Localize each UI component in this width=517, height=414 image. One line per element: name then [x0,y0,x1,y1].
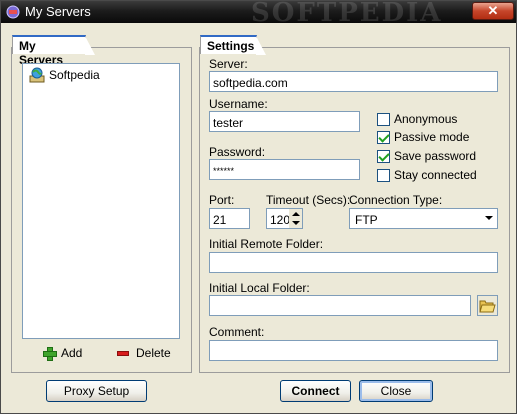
anonymous-label: Anonymous [394,112,458,126]
window-close-button[interactable]: ✕ [472,2,514,20]
minus-icon [117,350,129,356]
stay-connected-checkbox[interactable]: Stay connected [377,168,477,182]
username-label: Username: [209,97,268,111]
add-label: Add [61,346,83,360]
add-server-button[interactable]: Add [43,346,83,361]
close-button[interactable]: Close [359,380,433,402]
local-folder-field[interactable] [209,295,471,316]
save-password-label: Save password [394,149,477,163]
stay-connected-label: Stay connected [394,168,477,182]
save-password-checkbox[interactable]: Save password [377,149,476,163]
username-field[interactable]: tester [209,111,360,132]
connection-type-label: Connection Type: [349,193,443,207]
spin-down-icon[interactable] [289,219,302,229]
anonymous-check-box [377,112,390,126]
password-field[interactable]: ****** [209,159,360,180]
tab-settings[interactable]: Settings [200,35,266,55]
remote-folder-label: Initial Remote Folder: [209,237,324,251]
spin-up-icon[interactable] [289,209,302,219]
title-bar[interactable]: My Servers SOFTPEDIA ✕ [1,0,516,28]
server-label: Server: [209,57,248,71]
remote-folder-field[interactable] [209,252,498,273]
browse-folder-button[interactable] [477,295,498,316]
plus-icon [43,347,57,361]
close-icon: ✕ [487,3,499,18]
app-icon [6,5,20,19]
passive-mode-check-box [377,130,390,144]
port-label: Port: [209,193,235,207]
my-servers-window: My Servers SOFTPEDIA ✕ My Servers Softpe… [0,0,517,414]
tab-my-servers[interactable]: My Servers [12,35,95,67]
proxy-setup-button[interactable]: Proxy Setup [46,380,147,402]
passive-mode-label: Passive mode [394,130,470,144]
anonymous-checkbox[interactable]: Anonymous [377,112,457,126]
save-password-check-box [377,149,390,163]
server-globe-icon [29,67,45,83]
port-field[interactable]: 21 [209,208,250,229]
chevron-down-icon[interactable] [485,216,493,220]
server-item-label: Softpedia [49,68,100,82]
delete-server-button[interactable]: Delete [117,346,171,360]
delete-label: Delete [136,346,171,360]
connection-type-select[interactable]: FTP [349,208,498,229]
stay-connected-check-box [377,168,390,182]
local-folder-label: Initial Local Folder: [209,281,310,295]
server-list-item[interactable]: Softpedia [29,67,100,83]
passive-mode-checkbox[interactable]: Passive mode [377,130,469,144]
comment-field[interactable] [209,340,498,361]
timeout-stepper[interactable] [289,208,303,229]
watermark: SOFTPEDIA [251,0,443,28]
window-title: My Servers [25,4,91,19]
folder-open-icon [479,300,496,313]
connect-button[interactable]: Connect [280,380,351,402]
timeout-field[interactable]: 120 [266,208,290,229]
timeout-label: Timeout (Secs): [266,193,351,207]
server-list[interactable]: Softpedia [22,63,180,339]
server-field[interactable]: softpedia.com [209,71,498,92]
password-label: Password: [209,145,266,159]
comment-label: Comment: [209,325,265,339]
